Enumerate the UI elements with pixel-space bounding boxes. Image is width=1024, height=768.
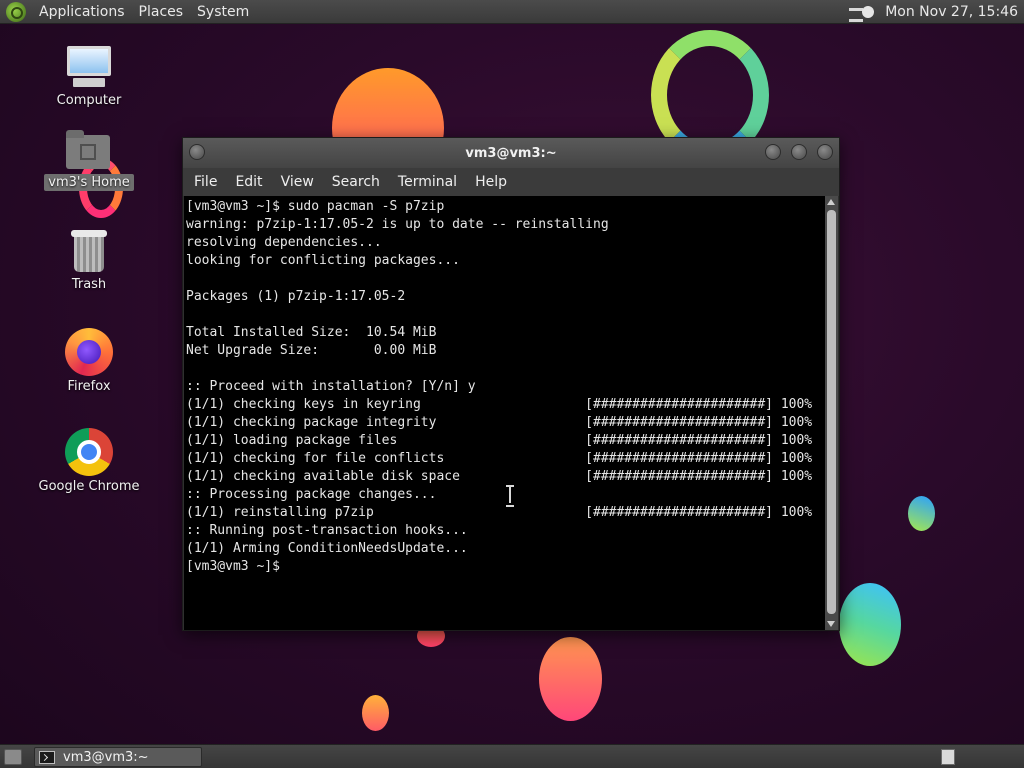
taskbar-terminal-button[interactable]: vm3@vm3:~ xyxy=(34,747,202,767)
menu-help[interactable]: Help xyxy=(466,174,516,190)
workspace-switcher[interactable] xyxy=(941,749,955,765)
terminal-window: vm3@vm3:~ File Edit View Search Terminal… xyxy=(182,137,840,631)
menu-search[interactable]: Search xyxy=(323,174,389,190)
scroll-up-icon[interactable] xyxy=(827,199,835,205)
desktop-icon-computer[interactable]: Computer xyxy=(34,46,144,108)
window-menu-button[interactable] xyxy=(189,144,205,160)
desktop-icon-home[interactable]: vm3's Home xyxy=(34,130,144,191)
terminal-line: :: Running post-transaction hooks... xyxy=(186,523,468,538)
network-wired-icon[interactable] xyxy=(849,5,875,22)
window-title: vm3@vm3:~ xyxy=(465,145,557,161)
terminal-line: (1/1) checking keys in keyring [########… xyxy=(186,397,813,412)
terminal-line: (1/1) loading package files [###########… xyxy=(186,433,813,448)
taskbar-label: vm3@vm3:~ xyxy=(63,749,149,765)
terminal-line: :: Proceed with installation? [Y/n] y xyxy=(186,379,476,394)
text-cursor-icon xyxy=(506,485,514,507)
computer-icon xyxy=(65,46,113,90)
desktop-icon-firefox[interactable]: Firefox xyxy=(34,328,144,394)
desktop-icon-label: Google Chrome xyxy=(38,479,140,494)
terminal-line: warning: p7zip-1:17.05-2 is up to date -… xyxy=(186,217,609,232)
desktop-icon-label: Computer xyxy=(56,93,122,108)
terminal-line: (1/1) checking for file conflicts [#####… xyxy=(186,451,813,466)
terminal-line: (1/1) checking package integrity [######… xyxy=(186,415,813,430)
terminal-line: looking for conflicting packages... xyxy=(186,253,460,268)
menu-view[interactable]: View xyxy=(272,174,323,190)
minimize-button[interactable] xyxy=(765,144,781,160)
maximize-button[interactable] xyxy=(791,144,807,160)
top-panel: Applications Places System Mon Nov 27, 1… xyxy=(0,0,1024,24)
window-menubar: File Edit View Search Terminal Help xyxy=(183,168,839,196)
scroll-down-icon[interactable] xyxy=(827,621,835,627)
desktop-icon-label: vm3's Home xyxy=(44,174,134,191)
panel-tray: Mon Nov 27, 15:46 xyxy=(849,4,1024,22)
menu-file[interactable]: File xyxy=(185,174,226,190)
mate-logo-icon[interactable] xyxy=(6,1,26,22)
terminal-output[interactable]: [vm3@vm3 ~]$ sudo pacman -S p7zip warning… xyxy=(184,196,826,630)
bottom-panel: vm3@vm3:~ xyxy=(0,744,1024,768)
wallpaper-blob xyxy=(362,695,389,731)
terminal-icon xyxy=(39,750,55,764)
desktop-icon-label: Trash xyxy=(71,277,107,292)
terminal-scrollbar[interactable] xyxy=(825,196,838,630)
desktop-icon-trash[interactable]: Trash xyxy=(34,230,144,292)
terminal-line: (1/1) Arming ConditionNeedsUpdate... xyxy=(186,541,468,556)
terminal-line: [vm3@vm3 ~]$ xyxy=(186,559,280,574)
terminal-line: [vm3@vm3 ~]$ sudo pacman -S p7zip xyxy=(186,199,445,214)
terminal-line: Packages (1) p7zip-1:17.05-2 xyxy=(186,289,406,304)
places-menu[interactable]: Places xyxy=(132,4,191,20)
trash-icon xyxy=(71,230,107,274)
home-folder-icon xyxy=(66,130,112,171)
terminal-line: Total Installed Size: 10.54 MiB xyxy=(186,325,437,340)
chrome-icon xyxy=(65,428,113,476)
menu-terminal[interactable]: Terminal xyxy=(389,174,466,190)
menu-edit[interactable]: Edit xyxy=(226,174,271,190)
terminal-line: (1/1) checking available disk space [###… xyxy=(186,469,813,484)
applications-menu[interactable]: Applications xyxy=(32,4,132,20)
close-button[interactable] xyxy=(817,144,833,160)
wallpaper-blob xyxy=(908,496,935,531)
scroll-thumb[interactable] xyxy=(827,210,836,614)
desktop-icon-chrome[interactable]: Google Chrome xyxy=(34,428,144,494)
terminal-line: resolving dependencies... xyxy=(186,235,382,250)
system-menu[interactable]: System xyxy=(190,4,256,20)
clock[interactable]: Mon Nov 27, 15:46 xyxy=(885,4,1018,20)
wallpaper-blob xyxy=(839,583,901,666)
desktop-icon-label: Firefox xyxy=(67,379,111,394)
window-titlebar[interactable]: vm3@vm3:~ xyxy=(183,138,839,168)
terminal-line: Net Upgrade Size: 0.00 MiB xyxy=(186,343,437,358)
show-desktop-icon[interactable] xyxy=(4,749,22,765)
wallpaper-blob xyxy=(539,637,602,721)
firefox-icon xyxy=(65,328,113,376)
